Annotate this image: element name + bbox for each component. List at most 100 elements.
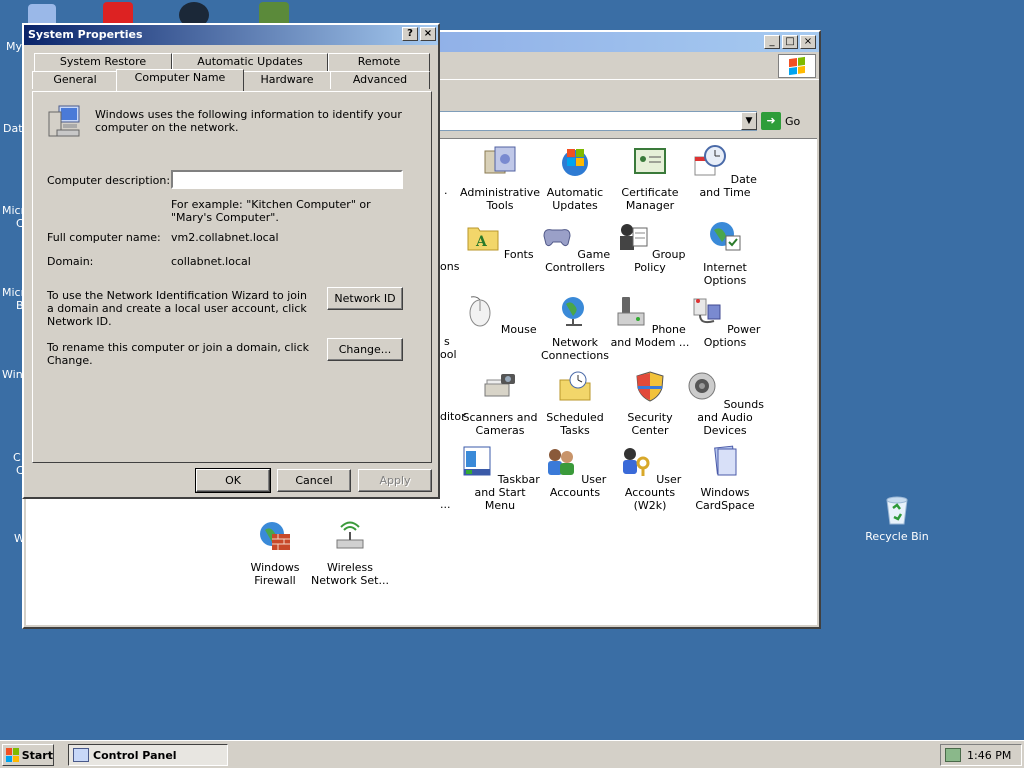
firewall-icon	[260, 522, 290, 550]
windows-logo-icon	[778, 54, 816, 78]
computer-network-icon	[48, 105, 80, 137]
desktop-icon-recycle-bin[interactable]: Recycle Bin	[858, 494, 936, 543]
cp-item-label: Administrative Tools	[460, 186, 541, 212]
cancel-button[interactable]: Cancel	[277, 469, 351, 492]
cp-item-windows-firewall[interactable]: Windows Firewall	[235, 520, 315, 587]
dialog-close-button[interactable]: ×	[420, 27, 436, 41]
desktop-label-partial: Dat	[3, 122, 23, 135]
cp-item-phone-and-modem[interactable]: Phone and Modem ...	[610, 295, 690, 349]
cp-item-automatic-updates[interactable]: Automatic Updates	[535, 145, 615, 212]
cp-item-label: Mouse	[500, 323, 537, 336]
cp-item-sounds-and-audio[interactable]: Sounds and Audio Devices	[685, 370, 765, 437]
tab-general[interactable]: General	[32, 71, 118, 89]
address-dropdown-button[interactable]: ▼	[741, 112, 757, 130]
clock[interactable]: 1:46 PM	[967, 749, 1011, 762]
cp-item-label: Sounds and Audio Devices	[697, 398, 764, 437]
phone-icon	[617, 297, 645, 326]
cp-item-wireless-network-setup[interactable]: Wireless Network Set...	[310, 520, 390, 587]
network-id-button[interactable]: Network ID	[327, 287, 403, 310]
go-button[interactable]: ➜ Go	[761, 111, 815, 131]
mouse-icon	[469, 296, 491, 327]
cp-item-power-options[interactable]: Power Options	[685, 295, 765, 349]
network-id-text: To use the Network Identification Wizard…	[47, 289, 308, 328]
cp-item-label: Taskbar and Start Menu	[474, 473, 540, 512]
cp-item-scanners-and-cameras[interactable]: Scanners and Cameras	[460, 370, 540, 437]
svg-text:A: A	[475, 234, 488, 250]
group-policy-icon	[619, 224, 647, 250]
clock-icon	[694, 145, 727, 176]
cp-item-label: Security Center	[627, 411, 673, 437]
help-button[interactable]: ?	[402, 27, 418, 41]
full-computer-name-label: Full computer name:	[47, 231, 161, 244]
cp-item-mouse[interactable]: Mouse	[460, 295, 540, 336]
close-button[interactable]: ×	[800, 35, 816, 49]
computer-description-input[interactable]	[171, 170, 403, 189]
apply-button[interactable]: Apply	[358, 469, 432, 492]
cp-item-internet-options[interactable]: Internet Options	[685, 220, 765, 287]
cp-item-label: User Accounts (W2k)	[624, 473, 682, 512]
system-tray: 1:46 PM	[940, 744, 1022, 766]
tab-remote[interactable]: Remote	[328, 53, 430, 71]
wireless-icon	[336, 521, 364, 549]
computer-name-panel: Windows uses the following information t…	[32, 91, 432, 463]
rename-text: To rename this computer or join a domain…	[47, 341, 309, 367]
taskbar-button-label: Control Panel	[93, 748, 177, 762]
cp-item-certificate-manager[interactable]: Certificate Manager	[610, 145, 690, 212]
cp-item-label: Network Connections	[541, 336, 609, 362]
cp-item-game-controllers[interactable]: Game Controllers	[535, 220, 615, 274]
taskbar-icon	[463, 446, 491, 476]
full-computer-name-value: vm2.collabnet.local	[171, 231, 279, 244]
cardspace-icon	[714, 445, 737, 476]
fonts-folder-icon: A	[467, 227, 499, 251]
certificate-icon	[634, 148, 666, 174]
desktop-label-partial: My	[6, 40, 23, 53]
cp-item-user-accounts-w2k[interactable]: User Accounts (W2k)	[610, 445, 690, 512]
minimize-button[interactable]: _	[764, 35, 780, 49]
partial-item-label: ool	[440, 348, 457, 361]
gamepad-icon	[543, 229, 571, 247]
network-tray-icon[interactable]	[945, 748, 961, 762]
domain-label: Domain:	[47, 255, 94, 268]
cp-item-taskbar-and-start-menu[interactable]: Taskbar and Start Menu	[460, 445, 540, 512]
dialog-title: System Properties	[28, 28, 143, 41]
cp-item-scheduled-tasks[interactable]: Scheduled Tasks	[535, 370, 615, 437]
ok-button[interactable]: OK	[195, 468, 271, 493]
start-button[interactable]: Start	[2, 744, 54, 766]
cp-item-network-connections[interactable]: Network Connections	[535, 295, 615, 362]
cp-item-label: Windows CardSpace	[695, 486, 755, 512]
maximize-button[interactable]: □	[782, 35, 798, 49]
scanner-icon	[484, 374, 515, 397]
cp-item-label: Windows Firewall	[250, 561, 300, 587]
cp-item-user-accounts[interactable]: User Accounts	[535, 445, 615, 499]
go-arrow-icon: ➜	[761, 112, 781, 130]
power-plug-icon	[693, 298, 721, 324]
cp-item-date-and-time[interactable]: Date and Time	[685, 145, 765, 199]
globe-icon	[710, 222, 741, 251]
automatic-updates-icon	[562, 149, 588, 176]
users-icon	[547, 449, 574, 475]
cp-item-label: Fonts	[503, 248, 534, 261]
speaker-icon	[688, 372, 716, 400]
tab-computer-name[interactable]: Computer Name	[116, 69, 244, 91]
change-button[interactable]: Change...	[327, 338, 403, 361]
taskbar-button-control-panel[interactable]: Control Panel	[68, 744, 228, 766]
start-label: Start	[21, 748, 53, 762]
taskbar: Start Control Panel 1:46 PM	[0, 740, 1024, 768]
example-text: For example: "Kitchen Computer" or "Mary…	[171, 198, 371, 224]
computer-description-label: Computer description:	[47, 174, 171, 187]
intro-text: Windows uses the following information t…	[95, 108, 402, 134]
cp-item-windows-cardspace[interactable]: Windows CardSpace	[685, 445, 765, 512]
partial-item-label: s	[444, 335, 450, 348]
cp-item-administrative-tools[interactable]: Administrative Tools	[460, 145, 540, 212]
tab-advanced[interactable]: Advanced	[330, 71, 430, 89]
control-panel-icon	[73, 748, 89, 762]
tab-hardware[interactable]: Hardware	[242, 71, 332, 89]
dialog-titlebar[interactable]: System Properties	[24, 25, 438, 45]
cp-item-group-policy[interactable]: Group Policy	[610, 220, 690, 274]
cp-item-fonts[interactable]: A Fonts	[460, 220, 540, 261]
scheduled-tasks-folder-icon	[559, 371, 591, 401]
cp-item-security-center[interactable]: Security Center	[610, 370, 690, 437]
partial-item-label: ...	[440, 498, 451, 511]
cp-item-label: Wireless Network Set...	[311, 561, 389, 587]
recycle-bin-label: Recycle Bin	[865, 530, 929, 543]
